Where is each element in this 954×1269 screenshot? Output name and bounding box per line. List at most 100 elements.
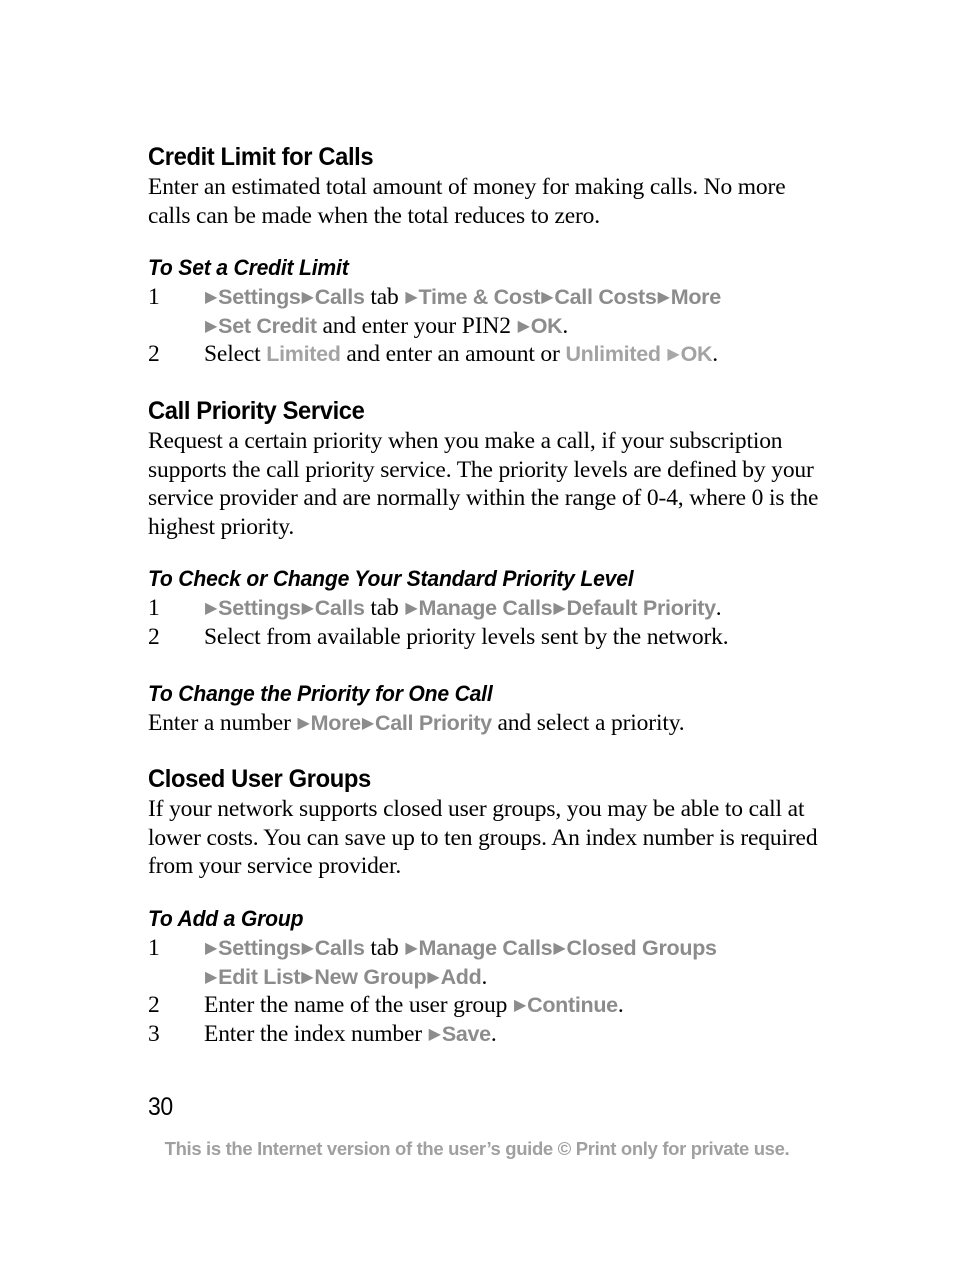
steps-set-credit-limit: 1 ▶Settings▶Calls tab ▶Time & Cost▶Call C… xyxy=(148,283,828,369)
ui-token-call-priority: Call Priority xyxy=(374,710,492,735)
step-item: 3 Enter the index number ▶Save. xyxy=(148,1020,828,1049)
ui-token-default-priority: Default Priority xyxy=(566,596,716,621)
ui-token-ok: OK xyxy=(680,342,713,367)
arrow-icon: ▶ xyxy=(517,317,530,335)
ui-token-manage-calls: Manage Calls xyxy=(418,596,553,621)
arrow-icon: ▶ xyxy=(297,714,310,732)
step-item: 2 Select from available priority levels s… xyxy=(148,623,828,652)
section-heading-call-priority-service: Call Priority Service xyxy=(148,396,365,425)
ui-token-edit-list: Edit List xyxy=(218,964,301,989)
arrow-icon: ▶ xyxy=(667,346,680,364)
ui-token-set-credit: Set Credit xyxy=(218,313,317,338)
footer-note: This is the Internet version of the user… xyxy=(164,1138,790,1159)
step-text: and enter your PIN2 xyxy=(322,312,511,339)
arrow-icon: ▶ xyxy=(205,939,218,957)
ui-token-settings: Settings xyxy=(218,596,301,621)
step-text: Enter the index number xyxy=(204,1020,422,1047)
arrow-icon: ▶ xyxy=(205,289,218,307)
step-number: 2 xyxy=(148,623,160,650)
ui-token-settings: Settings xyxy=(218,935,301,960)
section-body-call-priority-service: Request a certain priority when you make… xyxy=(148,427,819,540)
arrow-icon: ▶ xyxy=(205,968,218,986)
instruction-change-priority-one-call: Enter a number ▶More▶Call Priority and s… xyxy=(148,709,828,738)
ui-token-settings: Settings xyxy=(218,285,301,310)
step-number: 2 xyxy=(148,992,160,1019)
arrow-icon: ▶ xyxy=(405,939,418,957)
arrow-icon: ▶ xyxy=(301,968,314,986)
ui-token-add: Add xyxy=(440,964,482,989)
instruction-text: and select a priority. xyxy=(497,709,685,736)
ui-token-ok: OK xyxy=(530,313,563,338)
section-heading-closed-user-groups: Closed User Groups xyxy=(148,765,371,794)
ui-token-continue: Continue xyxy=(527,993,618,1018)
task-heading-set-credit-limit: To Set a Credit Limit xyxy=(148,255,349,281)
section-body-credit-limit: Enter an estimated total amount of money… xyxy=(148,174,786,229)
ui-token-more: More xyxy=(670,285,721,310)
arrow-icon: ▶ xyxy=(405,289,418,307)
step-number: 1 xyxy=(148,934,160,961)
step-number: 2 xyxy=(148,341,160,368)
task-heading-check-change-priority: To Check or Change Your Standard Priorit… xyxy=(148,566,634,592)
step-continuation-line: ▶Set Credit and enter your PIN2 ▶OK. xyxy=(204,312,828,341)
arrow-icon: ▶ xyxy=(553,939,566,957)
ui-token-calls: Calls xyxy=(314,285,365,310)
task-heading-add-a-group: To Add a Group xyxy=(148,905,304,931)
ui-token-save: Save xyxy=(441,1021,491,1046)
step-item: 1 ▶Settings▶Calls tab ▶Time & Cost▶Call C… xyxy=(148,283,828,340)
label-tab: tab xyxy=(370,595,399,622)
arrow-icon: ▶ xyxy=(541,289,554,307)
steps-check-change-priority: 1 ▶Settings▶Calls tab ▶Manage Calls▶Defau… xyxy=(148,594,828,651)
ui-token-time-and-cost: Time & Cost xyxy=(418,285,541,310)
page-number: 30 xyxy=(148,1093,173,1121)
arrow-icon: ▶ xyxy=(657,289,670,307)
steps-add-a-group: 1 ▶Settings▶Calls tab ▶Manage Calls▶Close… xyxy=(148,934,828,1048)
arrow-icon: ▶ xyxy=(427,968,440,986)
label-tab: tab xyxy=(370,284,399,311)
ui-token-more: More xyxy=(310,710,361,735)
ui-token-unlimited: Unlimited xyxy=(565,342,661,367)
ui-token-closed-groups: Closed Groups xyxy=(566,935,717,960)
arrow-icon: ▶ xyxy=(301,939,314,957)
ui-token-manage-calls: Manage Calls xyxy=(418,935,553,960)
arrow-icon: ▶ xyxy=(301,289,314,307)
section-body-closed-user-groups: If your network supports closed user gro… xyxy=(148,796,818,880)
step-number: 1 xyxy=(148,284,160,311)
task-heading-change-priority-one-call: To Change the Priority for One Call xyxy=(148,680,493,706)
period: . xyxy=(617,992,624,1019)
step-number: 3 xyxy=(148,1020,160,1047)
step-text: Select xyxy=(204,341,261,368)
ui-token-limited: Limited xyxy=(266,342,341,367)
step-item: 1 ▶Settings▶Calls tab ▶Manage Calls▶Defau… xyxy=(148,594,828,623)
step-text: Enter the name of the user group xyxy=(204,992,508,1019)
arrow-icon: ▶ xyxy=(205,600,218,618)
ui-token-calls: Calls xyxy=(314,935,365,960)
arrow-icon: ▶ xyxy=(405,600,418,618)
arrow-icon: ▶ xyxy=(205,317,218,335)
ui-token-calls: Calls xyxy=(314,596,365,621)
step-text: and enter an amount or xyxy=(346,341,560,368)
step-item: 2 Select Limited and enter an amount or U… xyxy=(148,340,828,369)
period: . xyxy=(712,341,718,368)
period: . xyxy=(490,1020,497,1047)
instruction-text: Enter a number xyxy=(148,709,291,736)
arrow-icon: ▶ xyxy=(361,714,374,732)
ui-token-new-group: New Group xyxy=(314,964,427,989)
section-heading-credit-limit: Credit Limit for Calls xyxy=(148,143,374,171)
ui-token-call-costs: Call Costs xyxy=(554,285,657,310)
document-page: Credit Limit for Calls Enter an estimate… xyxy=(0,0,954,1269)
arrow-icon: ▶ xyxy=(513,997,527,1015)
page-content: Credit Limit for Calls Enter an estimate… xyxy=(148,143,828,1048)
period: . xyxy=(715,595,722,622)
step-item: 2 Enter the name of the user group ▶Conti… xyxy=(148,991,828,1020)
arrow-icon: ▶ xyxy=(301,600,314,618)
arrow-icon: ▶ xyxy=(428,1025,441,1043)
step-number: 1 xyxy=(148,595,160,622)
period: . xyxy=(562,312,569,339)
label-tab: tab xyxy=(370,934,399,961)
